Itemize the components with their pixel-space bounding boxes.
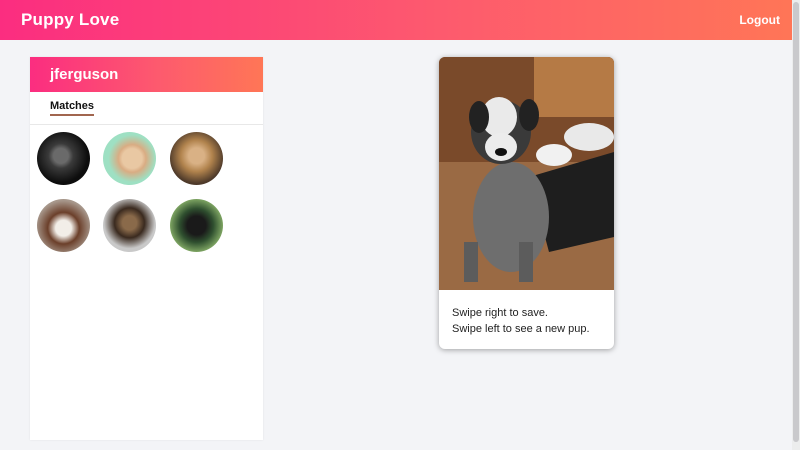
scrollbar-thumb[interactable] xyxy=(793,2,799,442)
caption-line: Swipe left to see a new pup. xyxy=(452,323,590,335)
page-scrollbar[interactable] xyxy=(792,0,800,450)
sidebar-tabs: Matches xyxy=(30,92,263,125)
sidebar: jferguson Matches xyxy=(30,57,263,440)
puppy-photo xyxy=(439,57,614,290)
match-avatar[interactable] xyxy=(37,199,90,252)
puppy-card[interactable]: Swipe right to save. Swipe left to see a… xyxy=(439,57,614,349)
caption-line: Swipe right to save. xyxy=(452,307,548,319)
match-avatar[interactable] xyxy=(170,132,223,185)
sidebar-username: jferguson xyxy=(30,57,263,92)
match-avatar[interactable] xyxy=(103,132,156,185)
app-title: Puppy Love xyxy=(21,10,120,29)
logout-button[interactable]: Logout xyxy=(739,13,780,27)
app-header: Puppy Love Logout xyxy=(0,0,800,40)
card-caption: Swipe right to save. Swipe left to see a… xyxy=(452,305,607,337)
tab-matches[interactable]: Matches xyxy=(50,100,95,116)
match-avatar[interactable] xyxy=(103,199,156,252)
match-avatar[interactable] xyxy=(37,132,90,185)
match-avatar[interactable] xyxy=(170,199,223,252)
